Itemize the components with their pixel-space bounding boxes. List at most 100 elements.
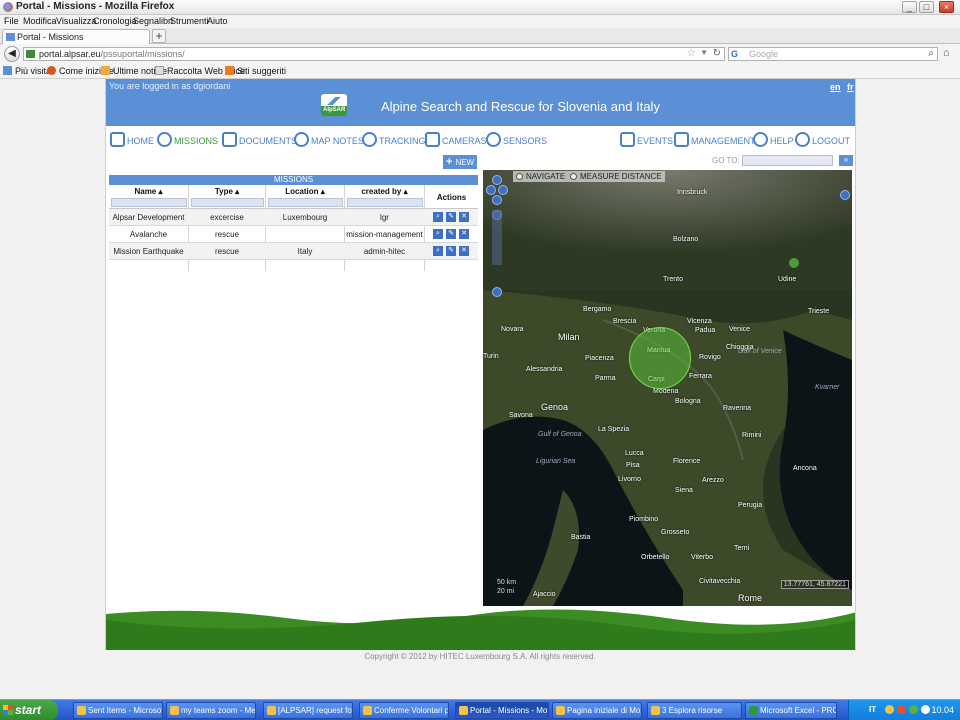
- system-tray: IT 10.04: [848, 700, 960, 720]
- map-label: Siena: [675, 487, 693, 494]
- mission-map[interactable]: NAVIGATE MEASURE DISTANCE Innsbruck Bolz…: [483, 170, 852, 606]
- col-location-header[interactable]: Location ▴: [266, 187, 344, 196]
- lang-fr-link[interactable]: fr: [847, 82, 854, 92]
- filter-location-input[interactable]: [268, 198, 343, 207]
- menu-strumenti[interactable]: Strumenti: [170, 16, 209, 26]
- pan-down-icon[interactable]: [492, 195, 502, 205]
- col-type-header[interactable]: Type ▴: [189, 187, 265, 196]
- close-window-button[interactable]: ×: [939, 1, 954, 13]
- address-bar[interactable]: portal.alpsar.eu/pssuportal/missions/ ☆ …: [23, 47, 725, 61]
- view-icon[interactable]: ⌕: [433, 212, 443, 222]
- menu-file[interactable]: File: [4, 16, 19, 26]
- rss-folder-icon: [101, 66, 110, 75]
- new-mission-button[interactable]: + NEW: [443, 155, 477, 169]
- nav-home[interactable]: HOME: [110, 132, 154, 150]
- menu-cronologia[interactable]: Cronologia: [93, 16, 137, 26]
- map-label: Bologna: [675, 398, 701, 405]
- map-label: Brescia: [613, 318, 637, 325]
- goto-button[interactable]: »: [839, 155, 853, 166]
- search-box[interactable]: G Google ⌕: [728, 47, 938, 61]
- edit-icon[interactable]: ✎: [446, 246, 456, 256]
- pan-up-icon[interactable]: [492, 175, 502, 185]
- nav-help[interactable]: HELP: [753, 132, 794, 150]
- url-history-dropdown-icon[interactable]: ▼: [700, 48, 708, 57]
- edit-icon[interactable]: ✎: [446, 212, 456, 222]
- nav-map-notes[interactable]: MAP NOTES: [294, 132, 364, 150]
- taskbar-item[interactable]: my teams zoom - Mes...: [166, 702, 256, 719]
- measure-distance-tool[interactable]: MEASURE DISTANCE: [580, 171, 662, 182]
- navigate-radio-icon[interactable]: [516, 173, 523, 180]
- navigate-tool[interactable]: NAVIGATE: [526, 171, 565, 182]
- nav-tracking[interactable]: TRACKING: [362, 132, 426, 150]
- measure-radio-icon[interactable]: [570, 173, 577, 180]
- taskbar-item[interactable]: [ALPSAR] request for...: [263, 702, 353, 719]
- new-tab-button[interactable]: +: [152, 29, 166, 43]
- lang-en-link[interactable]: en: [830, 82, 841, 92]
- map-label: Novara: [501, 326, 524, 333]
- zoom-slider[interactable]: [492, 210, 502, 265]
- camera-icon: [425, 132, 440, 147]
- nav-events[interactable]: EVENTS: [620, 132, 673, 150]
- reload-icon[interactable]: ↻: [713, 48, 721, 59]
- delete-icon[interactable]: ✕: [459, 229, 469, 239]
- filter-created-by-input[interactable]: [347, 198, 423, 207]
- mission-marker[interactable]: [789, 258, 799, 268]
- start-button[interactable]: start: [0, 700, 58, 720]
- tab-portal-missions[interactable]: Portal - Missions: [2, 29, 150, 44]
- bookmark-star-icon[interactable]: ☆: [687, 48, 696, 59]
- menu-aiuto[interactable]: Aiuto: [207, 16, 228, 26]
- taskbar-item-active[interactable]: Portal - Missions - Mo...: [455, 702, 549, 719]
- table-row[interactable]: Avalanche rescue mission-management ⌕ ✎ …: [109, 226, 478, 243]
- site-identity-icon[interactable]: [26, 50, 35, 58]
- zoom-out-icon[interactable]: [492, 287, 502, 297]
- nav-missions[interactable]: MISSIONS: [157, 132, 218, 150]
- pan-right-icon[interactable]: [498, 185, 508, 195]
- col-created-by-header[interactable]: created by ▴: [345, 187, 424, 196]
- tray-icon[interactable]: [885, 705, 894, 714]
- map-label: Gulf of Venice: [738, 348, 782, 355]
- filter-type-input[interactable]: [191, 198, 264, 207]
- nav-management[interactable]: MANAGEMENT: [674, 132, 756, 150]
- nav-logout[interactable]: LOGOUT: [795, 132, 850, 150]
- mission-radius-area[interactable]: [629, 327, 691, 389]
- layer-switcher-icon[interactable]: [840, 190, 850, 200]
- nav-documents[interactable]: DOCUMENTS: [222, 132, 297, 150]
- maximize-button[interactable]: □: [919, 1, 934, 13]
- pan-left-icon[interactable]: [486, 185, 496, 195]
- plus-icon: +: [446, 156, 453, 168]
- home-icon[interactable]: ⌂: [943, 47, 950, 59]
- tray-icon[interactable]: [897, 705, 906, 714]
- taskbar-item[interactable]: Microsoft Excel - PRO...: [745, 702, 837, 719]
- view-icon[interactable]: ⌕: [433, 246, 443, 256]
- view-icon[interactable]: ⌕: [433, 229, 443, 239]
- delete-icon[interactable]: ✕: [459, 246, 469, 256]
- taskbar-item[interactable]: 3 Esplora risorse: [647, 702, 742, 719]
- table-row[interactable]: Mission Earthquake rescue Italy admin-hi…: [109, 243, 478, 260]
- delete-icon[interactable]: ✕: [459, 212, 469, 222]
- goto-input[interactable]: [742, 155, 833, 166]
- windows-logo-icon: [3, 705, 13, 715]
- cell-type: rescue: [214, 230, 239, 239]
- tray-icon[interactable]: [909, 705, 918, 714]
- bookmark-suggested-sites[interactable]: Siti suggeriti: [225, 66, 286, 76]
- menu-modifica[interactable]: Modifica: [23, 16, 57, 26]
- google-icon[interactable]: G: [731, 49, 738, 59]
- minimize-button[interactable]: _: [902, 1, 917, 13]
- taskbar-item[interactable]: Pagina iniziale di Mozil...: [552, 702, 642, 719]
- menu-visualizza[interactable]: Visualizza: [56, 16, 96, 26]
- menu-segnalibri[interactable]: Segnalibri: [133, 16, 173, 26]
- tray-icon[interactable]: [921, 705, 930, 714]
- col-name-header[interactable]: Name ▴: [109, 187, 188, 196]
- map-label: Ligurian Sea: [536, 458, 576, 465]
- table-row[interactable]: Alpsar Development excercise Luxembourg …: [109, 209, 478, 226]
- map-label: Padua: [695, 327, 716, 334]
- taskbar-item[interactable]: Conferme Volontari p...: [359, 702, 449, 719]
- filter-name-input[interactable]: [111, 198, 187, 207]
- nav-sensors[interactable]: SENSORS: [486, 132, 547, 150]
- nav-cameras[interactable]: CAMERAS: [425, 132, 487, 150]
- back-button[interactable]: ◀: [4, 46, 20, 62]
- search-icon[interactable]: ⌕: [928, 48, 934, 59]
- edit-icon[interactable]: ✎: [446, 229, 456, 239]
- cell-created-by: mission-management: [346, 230, 423, 239]
- taskbar-item[interactable]: Sent Items - Microsof...: [73, 702, 163, 719]
